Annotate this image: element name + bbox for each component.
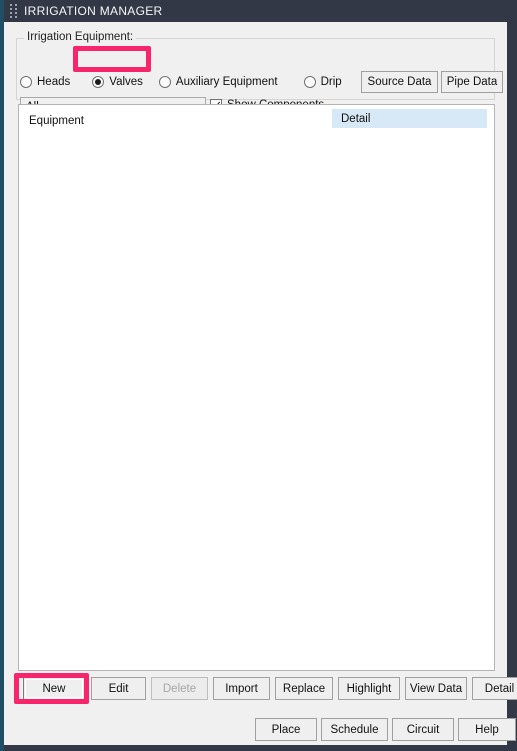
radio-valves[interactable]: Valves	[92, 76, 143, 88]
radio-heads[interactable]: Heads	[20, 76, 70, 88]
irrigation-manager-window: IRRIGATION MANAGER Irrigation Equipment:…	[0, 0, 517, 751]
help-button[interactable]: Help	[458, 718, 516, 741]
detail-button[interactable]: Detail	[472, 677, 517, 700]
radio-heads-label: Heads	[37, 76, 71, 88]
equipment-type-radio-group: Heads Valves Auxiliary Equipment Drip	[20, 73, 342, 91]
radio-auxiliary-equipment-label: Auxiliary Equipment	[175, 76, 278, 88]
circuit-button[interactable]: Circuit	[392, 718, 454, 741]
radio-heads-indicator-icon	[20, 76, 32, 88]
view-data-button[interactable]: View Data	[405, 677, 467, 700]
radio-drip[interactable]: Drip	[303, 76, 342, 88]
column-header-equipment[interactable]: Equipment	[29, 115, 84, 127]
radio-valves-indicator-icon	[92, 76, 105, 88]
import-button[interactable]: Import	[213, 677, 270, 700]
highlight-button[interactable]: Highlight	[338, 677, 400, 700]
radio-auxiliary-equipment-indicator-icon	[158, 76, 171, 88]
schedule-button[interactable]: Schedule	[321, 718, 388, 741]
window-title: IRRIGATION MANAGER	[24, 4, 163, 18]
window-client-area: Irrigation Equipment: Heads Valves Auxil…	[4, 22, 517, 746]
radio-drip-label: Drip	[320, 76, 342, 88]
window-right-edge	[507, 0, 517, 751]
irrigation-equipment-legend: Irrigation Equipment:	[24, 31, 137, 43]
equipment-action-toolbar: New Edit Delete Import Replace Highlight…	[4, 677, 517, 705]
window-titlebar[interactable]: IRRIGATION MANAGER	[4, 0, 517, 22]
edit-button[interactable]: Edit	[91, 677, 146, 700]
new-button[interactable]: New	[23, 677, 85, 700]
pipe-data-button[interactable]: Pipe Data	[441, 71, 503, 93]
radio-auxiliary-equipment[interactable]: Auxiliary Equipment	[158, 76, 278, 88]
source-data-button[interactable]: Source Data	[361, 71, 438, 93]
dialog-footer-toolbar: Place Schedule Circuit Help	[4, 718, 516, 746]
place-button[interactable]: Place	[255, 718, 317, 741]
radio-valves-label: Valves	[109, 76, 143, 88]
drag-grip-icon[interactable]	[10, 4, 19, 18]
equipment-list-panel[interactable]: Equipment Detail	[18, 104, 495, 671]
radio-drip-indicator-icon	[303, 76, 316, 88]
delete-button: Delete	[151, 677, 208, 700]
column-header-detail[interactable]: Detail	[332, 109, 487, 128]
replace-button[interactable]: Replace	[275, 677, 333, 700]
